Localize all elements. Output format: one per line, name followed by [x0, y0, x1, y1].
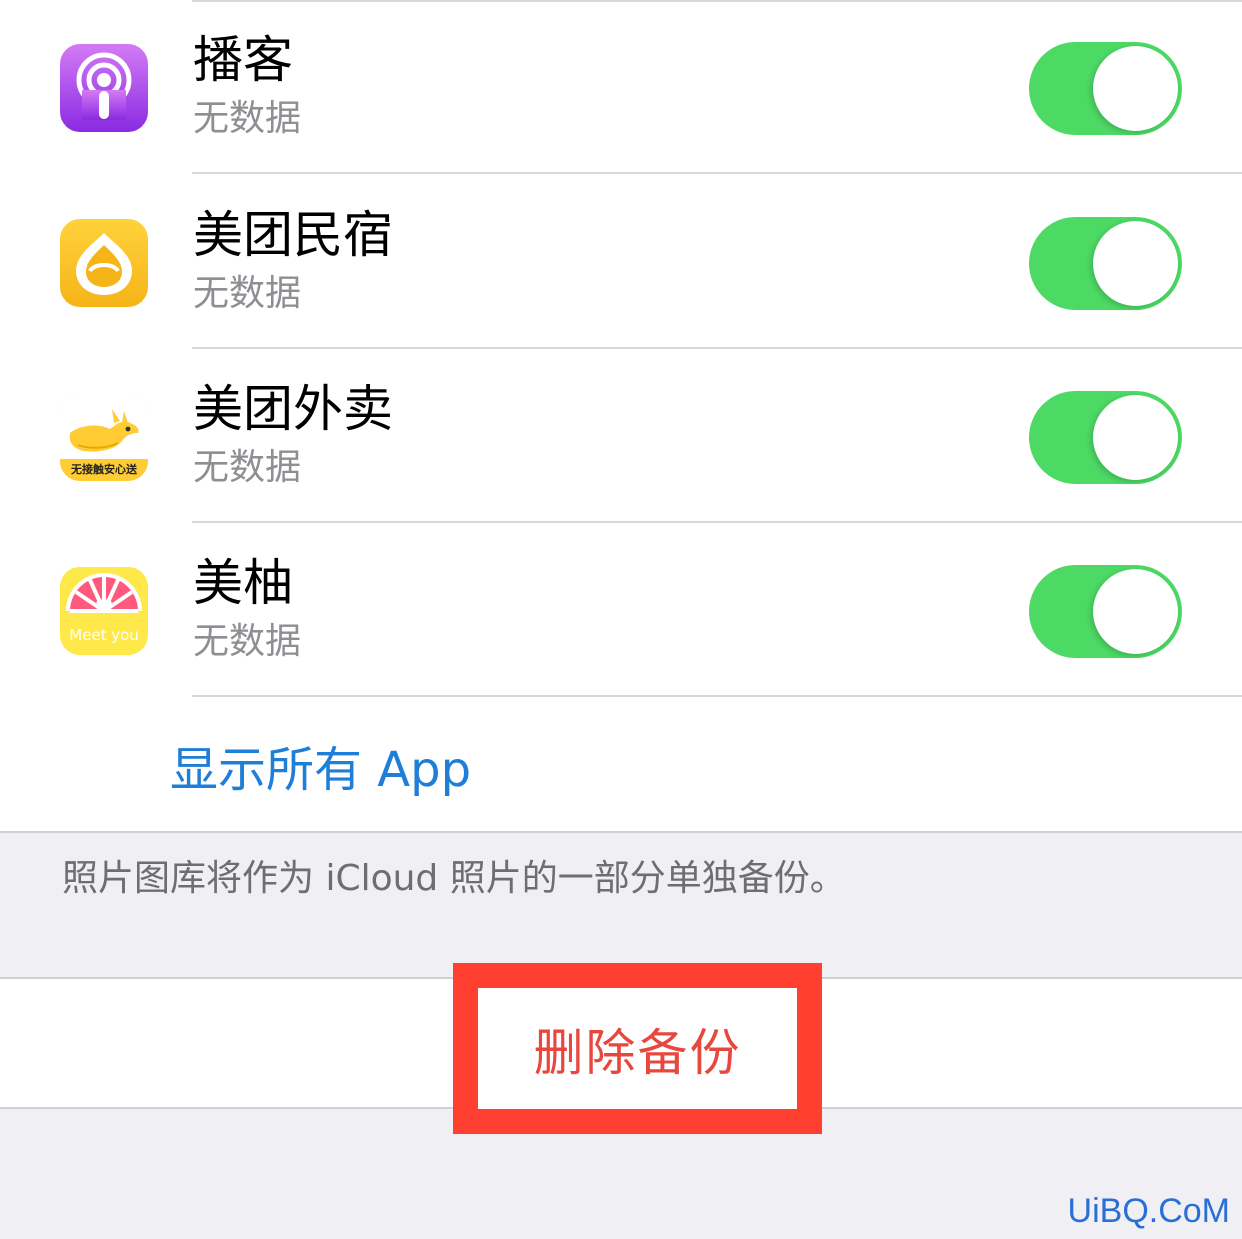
app-row-meiyou: Meet you 美柚 无数据 — [0, 523, 1242, 697]
watermark: UiBQ.CoM — [1067, 1192, 1230, 1230]
toggle-knob — [1093, 569, 1178, 654]
app-icon-slogan: 无接触安心送 — [71, 463, 137, 476]
meiyou-backup-toggle[interactable] — [1029, 565, 1182, 658]
meituan-waimai-icon: 无接触安心送 — [60, 393, 148, 481]
divider — [192, 0, 1242, 2]
app-status: 无数据 — [193, 98, 302, 139]
app-name: 播客 — [193, 31, 293, 89]
delete-backup-label: 删除备份 — [533, 1023, 742, 1082]
app-status: 无数据 — [193, 621, 302, 662]
podcasts-backup-toggle[interactable] — [1029, 42, 1182, 135]
app-name: 美柚 — [193, 554, 293, 612]
app-status: 无数据 — [193, 447, 302, 488]
podcasts-icon — [60, 44, 148, 132]
divider — [0, 831, 1242, 833]
divider — [192, 172, 1242, 174]
app-name: 美团外卖 — [193, 380, 393, 438]
meituan-minsu-icon — [60, 219, 148, 307]
meiyou-icon: Meet you — [60, 567, 148, 655]
toggle-knob — [1093, 221, 1178, 306]
meituan-minsu-backup-toggle[interactable] — [1029, 217, 1182, 310]
meituan-waimai-backup-toggle[interactable] — [1029, 391, 1182, 484]
divider — [192, 695, 1242, 697]
toggle-knob — [1093, 395, 1178, 480]
toggle-knob — [1093, 46, 1178, 131]
photo-library-footnote: 照片图库将作为 iCloud 照片的一部分单独备份。 — [62, 858, 846, 899]
app-row-meituan-minsu: 美团民宿 无数据 — [0, 175, 1242, 349]
app-status: 无数据 — [193, 273, 302, 314]
delete-backup-button[interactable]: 删除备份 — [478, 988, 797, 1109]
app-name: 美团民宿 — [193, 206, 393, 264]
app-row-podcasts: 播客 无数据 — [0, 0, 1242, 174]
app-row-meituan-waimai: 无接触安心送 美团外卖 无数据 — [0, 349, 1242, 523]
app-icon-text: Meet you — [69, 626, 139, 644]
show-all-apps-link[interactable]: 显示所有 App — [170, 738, 471, 802]
app-list-panel: 播客 无数据 美团民宿 无数据 无接触安心送 美团外卖 无数据 Meet you… — [0, 0, 1242, 832]
